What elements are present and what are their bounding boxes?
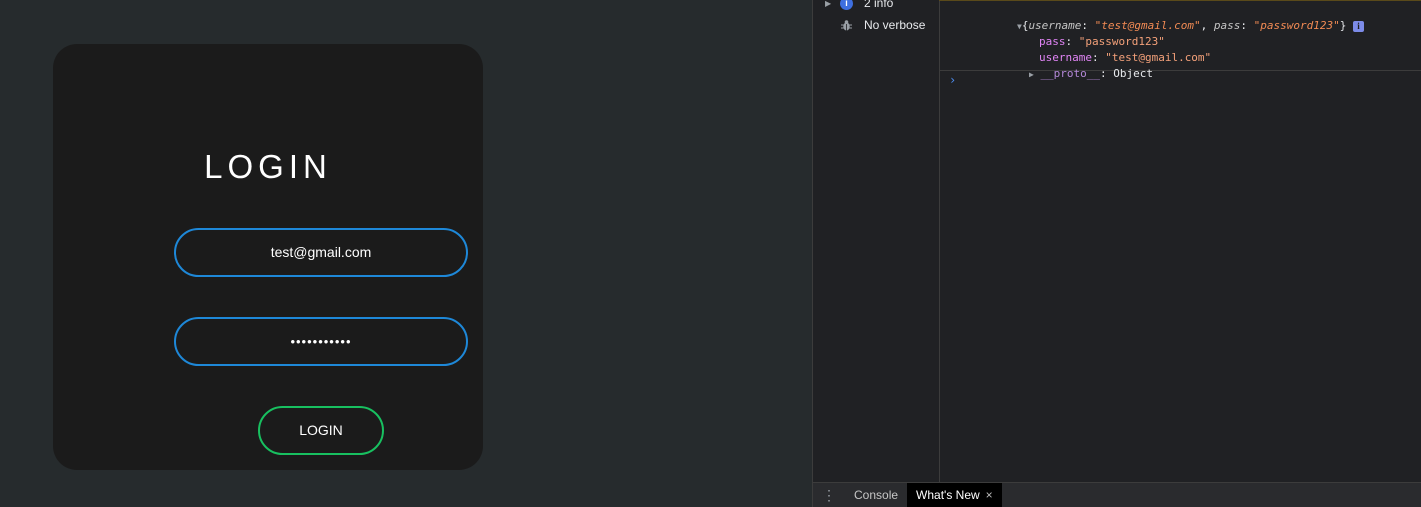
email-input[interactable]: test@gmail.com <box>174 228 468 277</box>
login-button[interactable]: LOGIN <box>258 406 384 455</box>
sidebar-item-label: No verbose <box>864 18 926 32</box>
console-log-entry: ▼{username: "test@gmail.com", pass: "pas… <box>939 0 1421 80</box>
page-area: LOGIN test@gmail.com ••••••••••• LOGIN <box>0 0 812 507</box>
sidebar-item-verbose[interactable]: No verbose <box>813 15 939 35</box>
console-sidebar: ▶ i 2 info No verbose <box>813 0 940 483</box>
login-title: LOGIN <box>204 148 332 185</box>
sidebar-item-info[interactable]: ▶ i 2 info <box>813 0 939 13</box>
expand-arrow-icon[interactable]: ▶ <box>825 0 831 8</box>
console-prompt[interactable]: › <box>949 73 956 87</box>
tab-whats-new[interactable]: What's New × <box>907 483 1002 507</box>
bug-icon <box>840 19 853 32</box>
info-badge-icon[interactable]: i <box>1352 20 1364 32</box>
drawer-tab-bar: ⋮ Console What's New × <box>813 482 1421 507</box>
expand-arrow-icon[interactable]: ▶ <box>1029 70 1034 79</box>
login-card: LOGIN test@gmail.com ••••••••••• LOGIN <box>53 44 483 470</box>
more-menu-icon[interactable]: ⋮ <box>813 487 845 504</box>
info-icon: i <box>840 0 853 10</box>
console-output: ▼{username: "test@gmail.com", pass: "pas… <box>939 0 1421 483</box>
devtools-panel: ▶ i 2 info No verbose ▼{username: "test@… <box>812 0 1421 507</box>
password-input[interactable]: ••••••••••• <box>174 317 468 366</box>
tab-console[interactable]: Console <box>845 483 907 507</box>
sidebar-item-label: 2 info <box>864 0 894 10</box>
proto-property[interactable]: ▶ __proto__: Object <box>976 54 1153 93</box>
close-icon[interactable]: × <box>986 488 993 502</box>
